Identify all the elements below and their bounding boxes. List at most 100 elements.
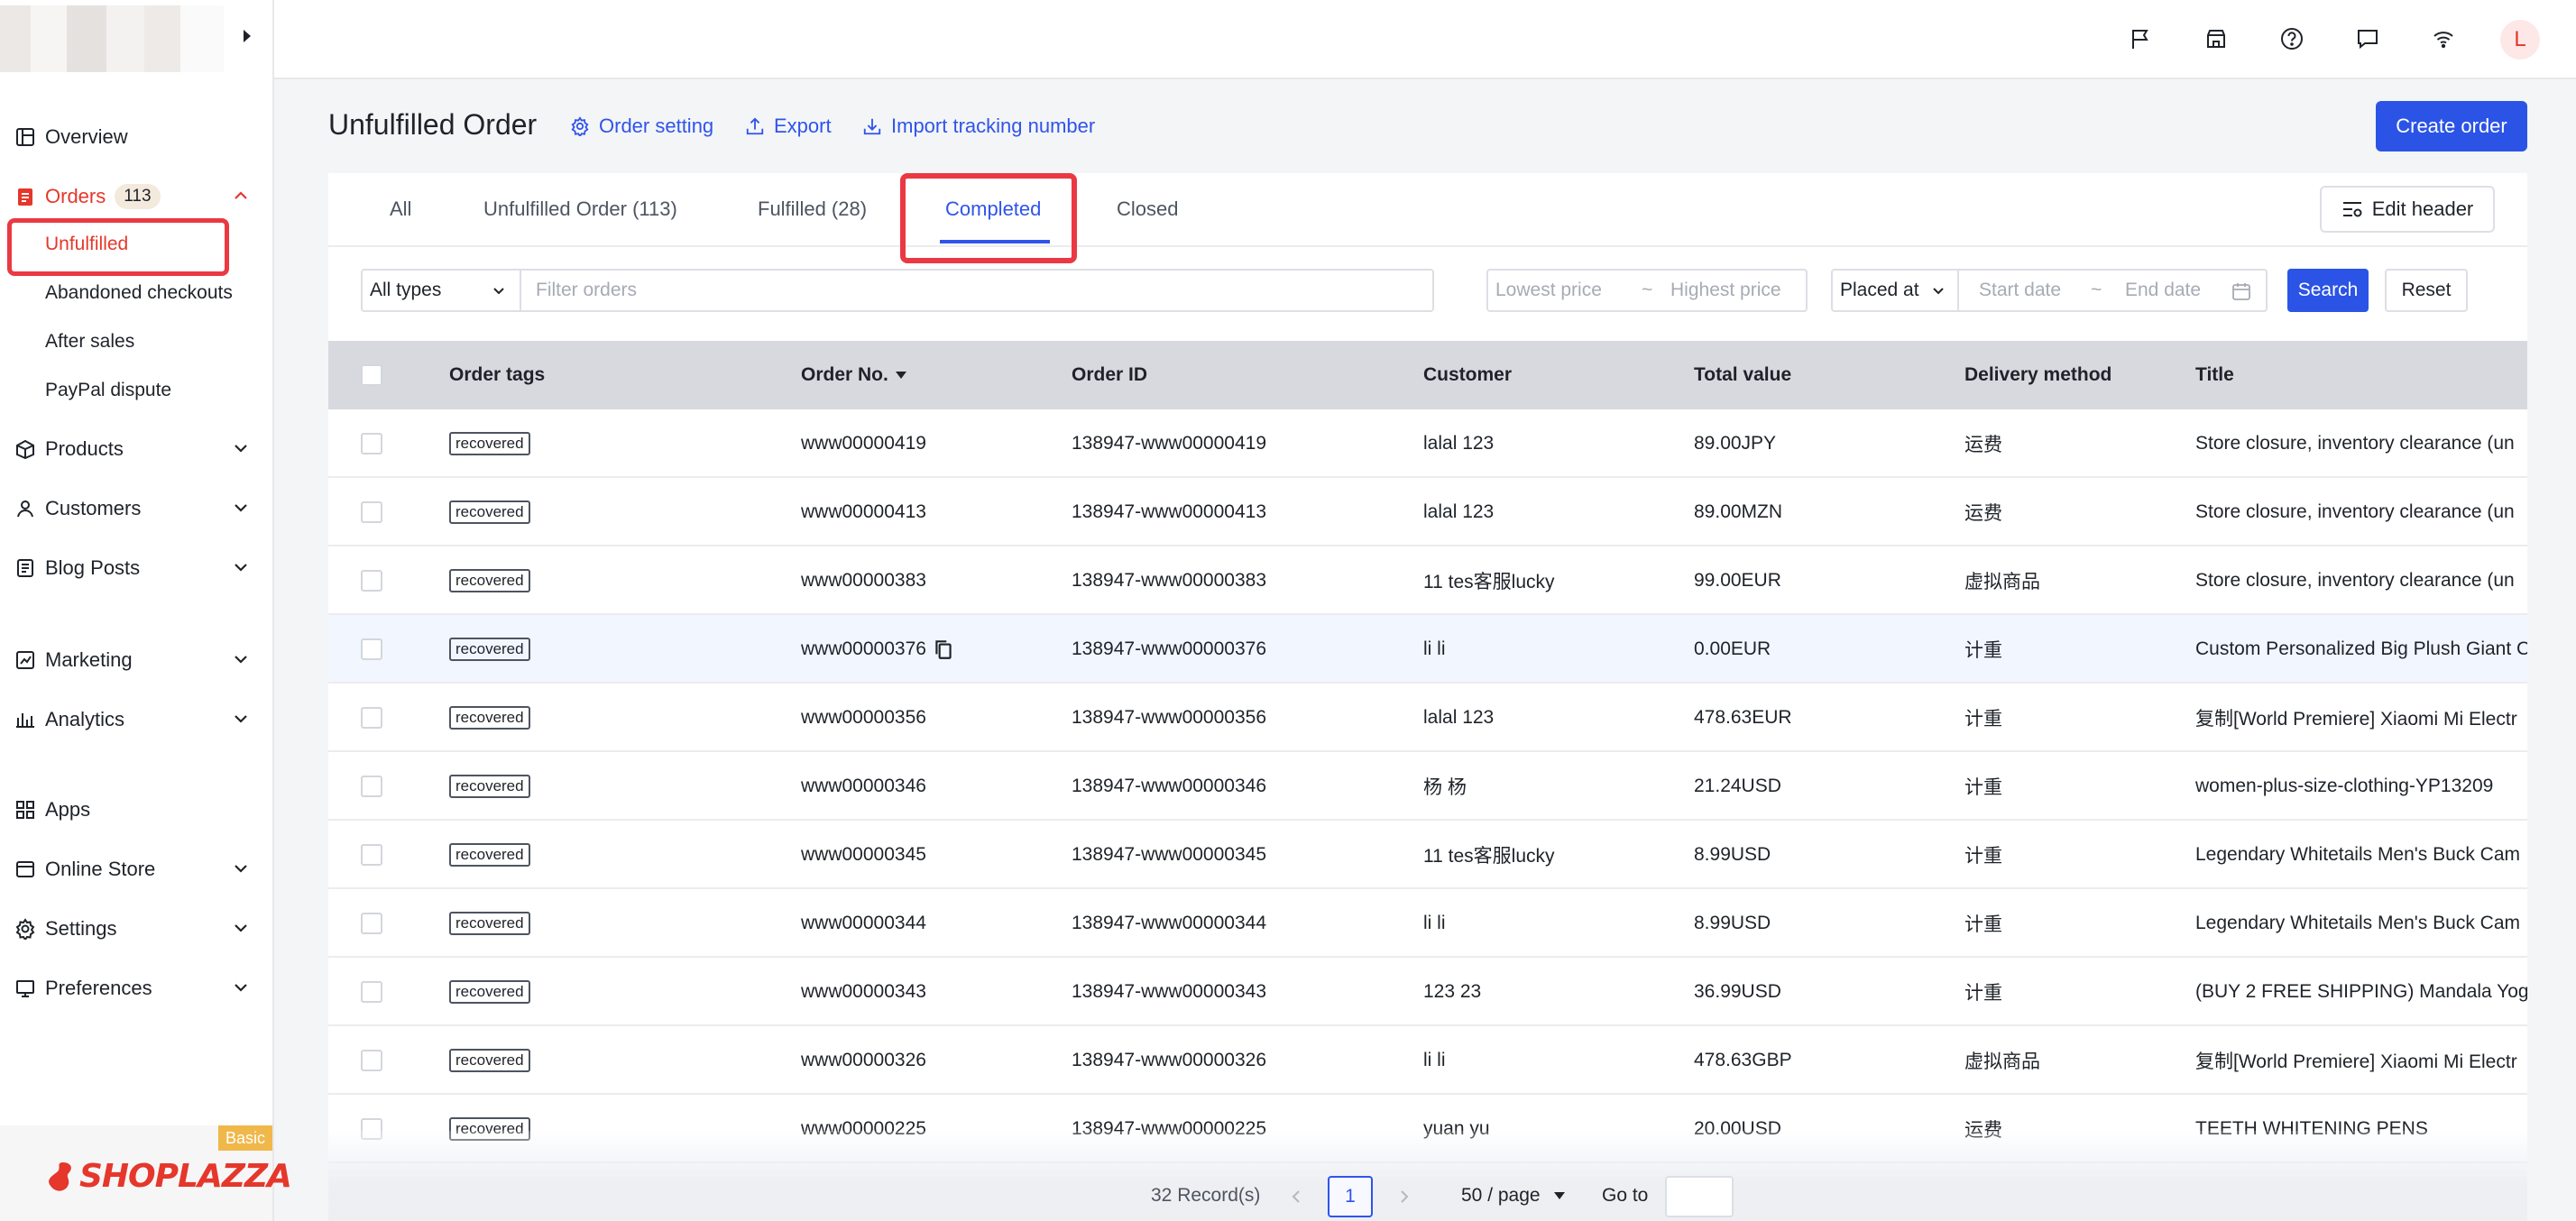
search-button[interactable]: Search [2287, 269, 2369, 312]
copy-icon[interactable] [932, 638, 955, 661]
page-1-button[interactable]: 1 [1328, 1176, 1373, 1217]
wifi-icon[interactable] [2428, 23, 2459, 54]
order-tag: recovered [449, 912, 530, 935]
avatar[interactable]: L [2500, 20, 2540, 60]
select-all-checkbox[interactable] [361, 364, 382, 386]
row-checkbox[interactable] [361, 981, 382, 1003]
row-checkbox[interactable] [361, 1050, 382, 1071]
order-no-cell[interactable]: www00000413 [801, 478, 926, 546]
table-row[interactable]: recovered www00000345 138947-www00000345 11… [328, 821, 2527, 889]
tab-closed[interactable]: Closed [1117, 173, 1178, 245]
title-cell: Legendary Whitetails Men's Buck Cam [2195, 889, 2527, 958]
chevron-down-icon [493, 288, 504, 295]
order-tag: recovered [449, 432, 530, 455]
sort-desc-icon [895, 372, 906, 379]
order-no-cell[interactable]: www00000383 [801, 546, 926, 615]
table-row[interactable]: recovered www00000343 138947-www00000343 12… [328, 958, 2527, 1026]
tab-fulfilled[interactable]: Fulfilled (28) [758, 173, 867, 245]
tab-unfulfilled[interactable]: Unfulfilled Order (113) [483, 173, 677, 245]
blog-icon [13, 555, 38, 581]
customer-cell-text: li li [1423, 1050, 1446, 1070]
table-row[interactable]: recovered www00000413 138947-www00000413 la… [328, 478, 2527, 546]
sidebar-item-online-store[interactable]: Online Store [0, 844, 274, 895]
total-value-cell: 99.00EUR [1694, 546, 1781, 615]
chat-icon[interactable] [2352, 23, 2383, 54]
order-no-cell[interactable]: www00000346 [801, 752, 926, 821]
date-range-input: Start date ~ End date [1957, 269, 2268, 312]
create-order-button[interactable]: Create order [2376, 101, 2527, 151]
order-no-cell[interactable]: www00000343 [801, 958, 926, 1026]
export-link[interactable]: Export [745, 112, 832, 141]
help-icon[interactable] [2277, 23, 2307, 54]
row-checkbox[interactable] [361, 707, 382, 729]
row-checkbox[interactable] [361, 433, 382, 454]
highlight-completed-tab [900, 173, 1077, 263]
tab-all[interactable]: All [390, 173, 411, 245]
sidebar-item-customers[interactable]: Customers [0, 483, 274, 534]
table-row[interactable]: recovered www00000376 138947-www00000376 li… [328, 615, 2527, 684]
next-page-button[interactable] [1384, 1176, 1425, 1217]
sidebar-item-label: Analytics [45, 708, 125, 730]
sidebar-item-products[interactable]: Products [0, 424, 274, 474]
sidebar-item-analytics[interactable]: Analytics [0, 694, 274, 745]
import-tracking-link[interactable]: Import tracking number [862, 112, 1095, 141]
reset-button[interactable]: Reset [2385, 269, 2468, 312]
sidebar-item-marketing[interactable]: Marketing [0, 635, 274, 685]
order-no-cell[interactable]: www00000419 [801, 409, 926, 478]
flag-icon[interactable] [2125, 23, 2156, 54]
sidebar-item-blog-posts[interactable]: Blog Posts [0, 543, 274, 593]
dashboard-icon [13, 124, 38, 150]
order-no-cell[interactable]: www00000345 [801, 821, 926, 889]
table-row[interactable]: recovered www00000346 138947-www00000346 杨 … [328, 752, 2527, 821]
customer-cell: li li [1423, 889, 1446, 958]
col-order-no[interactable]: Order No. [801, 341, 908, 409]
page-size-select[interactable]: 50 / page [1461, 1185, 1566, 1207]
title-cell-text: Store closure, inventory clearance (un [2195, 501, 2515, 522]
delivery-method-cell-text: 计重 [1964, 709, 2002, 730]
sidebar-item-apps[interactable]: Apps [0, 785, 274, 835]
sidebar-item-settings[interactable]: Settings [0, 904, 274, 954]
sidebar-item-preferences[interactable]: Preferences [0, 963, 274, 1014]
filter-orders-input[interactable]: Filter orders [520, 269, 1434, 312]
row-checkbox[interactable] [361, 570, 382, 592]
order-tags-cell: recovered [449, 1026, 530, 1095]
table-row[interactable]: recovered www00000419 138947-www00000419 la… [328, 409, 2527, 478]
sidebar-item-orders[interactable]: Orders 113 [0, 171, 274, 222]
lowest-price-input[interactable]: Lowest price [1495, 280, 1602, 301]
sidebar-subitem-paypal-dispute[interactable]: PayPal dispute [45, 368, 171, 413]
col-total-value: Total value [1694, 364, 1792, 385]
end-date-input[interactable]: End date [2125, 280, 2201, 301]
sidebar-item-overview[interactable]: Overview [0, 112, 274, 162]
store-icon[interactable] [2201, 23, 2231, 54]
row-checkbox[interactable] [361, 913, 382, 934]
order-no-cell[interactable]: www00000376 [801, 615, 955, 684]
row-checkbox[interactable] [361, 776, 382, 797]
row-checkbox[interactable] [361, 844, 382, 866]
table-row[interactable]: recovered www00000326 138947-www00000326 li… [328, 1026, 2527, 1095]
table-row[interactable]: recovered www00000356 138947-www00000356 la… [328, 684, 2527, 752]
page-title: Unfulfilled Order [328, 108, 538, 141]
edit-header-button[interactable]: Edit header [2320, 186, 2495, 233]
highest-price-input[interactable]: Highest price [1670, 280, 1781, 301]
row-checkbox[interactable] [361, 638, 382, 660]
title-cell: Store closure, inventory clearance (un [2195, 546, 2527, 615]
subitem-label: PayPal dispute [45, 380, 172, 400]
date-field-select[interactable]: Placed at [1831, 269, 1959, 312]
order-type-select[interactable]: All types [361, 269, 521, 312]
order-setting-link[interactable]: Order setting [570, 112, 713, 141]
price-range-input: Lowest price ~ Highest price [1486, 269, 1808, 312]
goto-page-input[interactable] [1665, 1176, 1734, 1217]
sidebar-subitem-abandoned-checkouts[interactable]: Abandoned checkouts [45, 271, 233, 316]
start-date-input[interactable]: Start date [1979, 280, 2061, 301]
title-cell-text: 复制[World Premiere] Xiaomi Mi Electr [2195, 1051, 2517, 1072]
order-no-cell[interactable]: www00000344 [801, 889, 926, 958]
chevron-left-icon [1292, 1190, 1300, 1203]
sidebar-subitem-after-sales[interactable]: After sales [45, 319, 134, 364]
prev-page-button[interactable] [1275, 1176, 1317, 1217]
row-checkbox[interactable] [361, 501, 382, 523]
order-no-cell[interactable]: www00000326 [801, 1026, 926, 1095]
table-row[interactable]: recovered www00000344 138947-www00000344 li… [328, 889, 2527, 958]
expand-sidebar-icon[interactable] [236, 27, 258, 49]
order-no-cell[interactable]: www00000356 [801, 684, 926, 752]
table-row[interactable]: recovered www00000383 138947-www00000383 11… [328, 546, 2527, 615]
